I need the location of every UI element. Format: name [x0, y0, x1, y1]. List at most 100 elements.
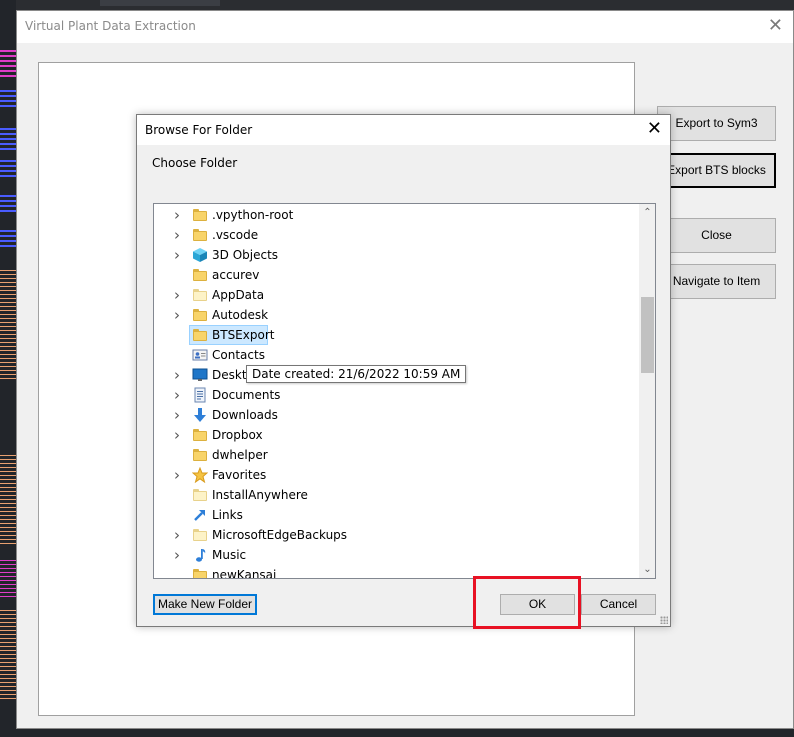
export-bts-blocks-button[interactable]: Export BTS blocks [657, 153, 776, 188]
expand-chevron-icon[interactable]: › [174, 228, 184, 243]
folder-tree[interactable]: › .vpython-root › .vscode › 3D Objects accurev… [153, 203, 656, 579]
downloads-icon [192, 407, 208, 423]
folder-tree-item[interactable]: › .vscode [154, 225, 639, 245]
folder-tree-item[interactable]: › Autodesk [154, 305, 639, 325]
folder-icon [192, 287, 208, 303]
folder-tree-item-label: MicrosoftEdgeBackups [212, 528, 348, 542]
cad-linework [0, 160, 16, 180]
folder-tree-item-label: AppData [212, 288, 265, 302]
folder-tree-item-label: InstallAnywhere [212, 488, 308, 502]
expand-chevron-icon[interactable]: › [174, 248, 184, 263]
close-button[interactable]: Close [657, 218, 776, 253]
expand-chevron-icon[interactable]: › [174, 468, 184, 483]
folder-tree-item[interactable]: › Dropbox [154, 425, 639, 445]
cad-linework [0, 50, 16, 80]
folder-tree-item-label: .vpython-root [212, 208, 294, 222]
resize-grip-icon[interactable] [660, 616, 668, 624]
3d-objects-icon [192, 247, 208, 263]
ok-button-highlight-box [473, 576, 581, 629]
cad-linework [0, 128, 16, 150]
links-icon [192, 507, 208, 523]
folder-tree-item-label: Downloads [212, 408, 278, 422]
folder-icon [192, 207, 208, 223]
folder-tree-item[interactable]: Contacts [154, 345, 639, 365]
dialog-title: Browse For Folder [145, 123, 253, 137]
music-icon [192, 547, 208, 563]
dialog-subtitle: Choose Folder [152, 156, 238, 170]
favorites-icon [191, 466, 209, 484]
folder-icon [192, 267, 208, 283]
expand-chevron-icon[interactable]: › [174, 408, 184, 423]
main-titlebar[interactable]: Virtual Plant Data Extraction ✕ [17, 11, 793, 43]
dialog-close-icon[interactable]: ✕ [647, 118, 662, 140]
make-new-folder-button[interactable]: Make New Folder [153, 594, 257, 615]
date-created-tooltip: Date created: 21/6/2022 10:59 AM [246, 365, 467, 383]
background-cad-drawing [0, 0, 16, 737]
expand-chevron-icon[interactable]: › [174, 208, 184, 223]
main-close-icon[interactable]: ✕ [768, 16, 783, 36]
folder-tree-item[interactable]: › AppData [154, 285, 639, 305]
documents-icon [192, 387, 208, 403]
folder-tree-item[interactable]: accurev [154, 265, 639, 285]
scroll-up-arrow-icon[interactable]: ⌃ [639, 204, 655, 221]
background-app-toolbar [0, 0, 794, 10]
folder-tree-item-label: newKansai [212, 568, 277, 579]
cad-linework [0, 560, 16, 600]
folder-tree-item[interactable]: › MicrosoftEdgeBackups [154, 525, 639, 545]
folder-icon [192, 527, 208, 543]
expand-chevron-icon[interactable]: › [174, 428, 184, 443]
cad-linework [0, 195, 16, 215]
folder-tree-item-label: .vscode [212, 228, 259, 242]
folder-tree-item-label: dwhelper [212, 448, 268, 462]
folder-tree-item-label: Contacts [212, 348, 265, 362]
folder-tree-item[interactable]: dwhelper [154, 445, 639, 465]
folder-icon [192, 447, 208, 463]
folder-icon [192, 327, 208, 343]
cad-linework [0, 90, 16, 110]
folder-tree-item-label: accurev [212, 268, 260, 282]
folder-tree-item[interactable]: › Documents [154, 385, 639, 405]
cad-linework [0, 610, 16, 700]
folder-icon [192, 227, 208, 243]
folder-tree-item-label: Documents [212, 388, 281, 402]
navigate-to-item-button[interactable]: Navigate to Item [657, 264, 776, 299]
folder-tree-item-label: Dropbox [212, 428, 263, 442]
expand-chevron-icon[interactable]: › [174, 388, 184, 403]
cad-linework [0, 270, 16, 380]
folder-icon [192, 487, 208, 503]
expand-chevron-icon[interactable]: › [174, 548, 184, 563]
expand-chevron-icon[interactable]: › [174, 528, 184, 543]
contacts-icon [192, 347, 208, 363]
scroll-down-arrow-icon[interactable]: ⌄ [639, 561, 655, 578]
scrollbar-thumb[interactable] [641, 297, 654, 373]
folder-icon [192, 567, 208, 578]
background-app-tab [100, 0, 220, 6]
cad-linework [0, 455, 16, 545]
folder-tree-item[interactable]: › Downloads [154, 405, 639, 425]
expand-chevron-icon[interactable]: › [174, 308, 184, 323]
folder-tree-item[interactable]: › Favorites [154, 465, 639, 485]
cad-linework [0, 230, 16, 248]
folder-tree-item[interactable]: InstallAnywhere [154, 485, 639, 505]
folder-tree-item-label: Links [212, 508, 243, 522]
background-cad-bottom [16, 729, 794, 737]
folder-icon [192, 427, 208, 443]
folder-icon [192, 307, 208, 323]
tree-scrollbar[interactable]: ⌃ ⌄ [639, 204, 655, 578]
main-window-title: Virtual Plant Data Extraction [25, 19, 196, 33]
folder-tree-item[interactable]: BTSExport [154, 325, 639, 345]
folder-tree-item[interactable]: › 3D Objects [154, 245, 639, 265]
folder-tree-item[interactable]: › .vpython-root [154, 205, 639, 225]
folder-tree-item[interactable]: › Music [154, 545, 639, 565]
desktop-icon [192, 367, 208, 383]
export-sym3-button[interactable]: Export to Sym3 [657, 106, 776, 141]
folder-tree-item-label: Autodesk [212, 308, 269, 322]
expand-chevron-icon[interactable]: › [174, 368, 184, 383]
folder-tree-item[interactable]: Links [154, 505, 639, 525]
dialog-titlebar[interactable]: Browse For Folder ✕ [137, 115, 670, 145]
browse-for-folder-dialog: Browse For Folder ✕ Choose Folder › .vpyt… [136, 114, 671, 627]
folder-tree-item-label: Favorites [212, 468, 267, 482]
folder-tree-item-label: BTSExport [212, 328, 275, 342]
expand-chevron-icon[interactable]: › [174, 288, 184, 303]
cancel-button[interactable]: Cancel [581, 594, 656, 615]
